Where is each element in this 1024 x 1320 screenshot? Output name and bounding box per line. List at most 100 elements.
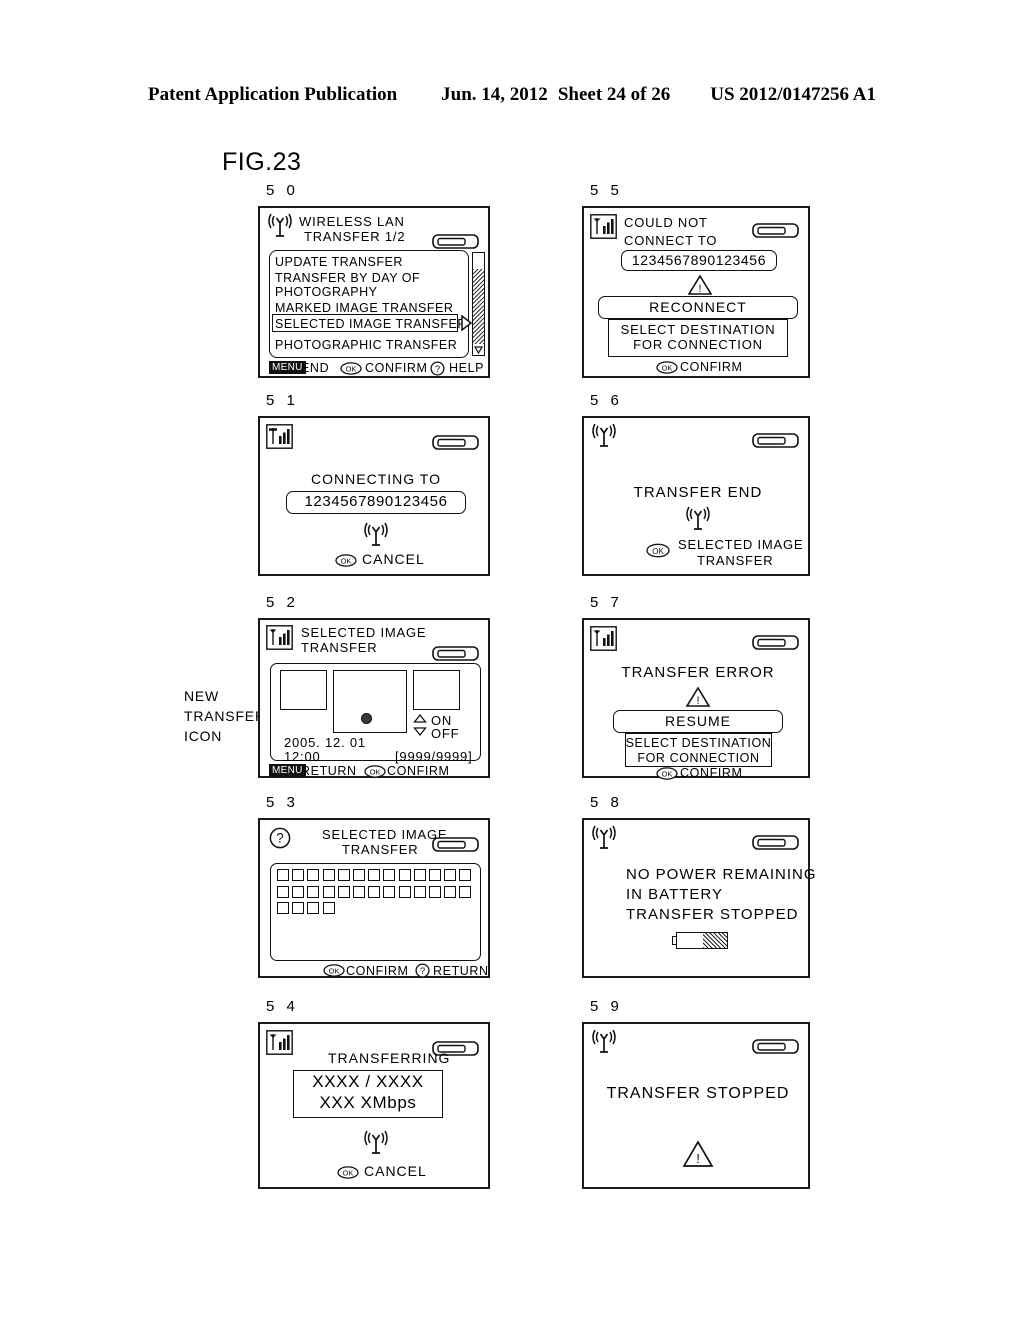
scrollbar[interactable] bbox=[472, 252, 485, 356]
screen-52-title-line1: SELECTED IMAGE bbox=[301, 625, 427, 640]
image-checkbox[interactable] bbox=[429, 869, 441, 881]
image-checkbox[interactable] bbox=[353, 869, 365, 881]
figure-label: FIG.23 bbox=[222, 148, 302, 176]
toggle-off-label[interactable]: OFF bbox=[431, 727, 459, 741]
image-checkbox[interactable] bbox=[368, 885, 381, 898]
image-checkbox[interactable] bbox=[429, 885, 441, 898]
panel-number-59: 5 9 bbox=[590, 998, 623, 1015]
panel-number-54: 5 4 bbox=[266, 998, 299, 1015]
image-checkbox[interactable] bbox=[337, 885, 350, 898]
image-checkbox[interactable] bbox=[383, 869, 396, 881]
help-question-icon[interactable]: ? bbox=[415, 963, 430, 978]
svg-text:?: ? bbox=[420, 966, 425, 977]
image-counter: [9999/9999] bbox=[395, 749, 473, 764]
image-checkbox[interactable] bbox=[322, 869, 335, 881]
updown-arrow-icon[interactable] bbox=[413, 714, 427, 736]
menu-item-photographic-transfer[interactable]: PHOTOGRAPHIC TRANSFER bbox=[275, 338, 457, 352]
svg-text:?: ? bbox=[276, 830, 284, 845]
image-checkbox[interactable] bbox=[277, 869, 289, 881]
image-checkbox[interactable] bbox=[292, 885, 305, 898]
ok-button-icon[interactable]: OK bbox=[335, 554, 357, 567]
image-checkbox[interactable] bbox=[307, 902, 320, 914]
screen-55-message-line2: CONNECT TO bbox=[624, 233, 718, 248]
image-checkbox[interactable] bbox=[292, 902, 305, 914]
screen-59: TRANSFER STOPPED ! bbox=[582, 1022, 810, 1189]
image-checkbox[interactable] bbox=[337, 869, 350, 881]
new-transfer-icon-callout: NEW TRANSFER ICON bbox=[184, 688, 266, 744]
ok-button-icon[interactable]: OK bbox=[646, 543, 670, 558]
image-checkbox[interactable] bbox=[413, 885, 426, 898]
svg-text:!: ! bbox=[696, 1151, 700, 1166]
header-publication: Patent Application Publication bbox=[148, 84, 398, 105]
signal-bars-icon bbox=[266, 424, 293, 449]
ok-button-icon[interactable]: OK bbox=[364, 765, 386, 778]
image-checkbox[interactable] bbox=[459, 885, 472, 898]
image-checkbox[interactable] bbox=[292, 869, 305, 881]
help-question-icon[interactable]: ? bbox=[269, 827, 291, 849]
image-checkbox[interactable] bbox=[444, 885, 457, 898]
signal-bars-icon bbox=[266, 1030, 293, 1055]
image-checkbox[interactable] bbox=[353, 885, 365, 898]
ok-button-icon[interactable]: OK bbox=[656, 361, 678, 374]
return-action-label: RETURN bbox=[301, 764, 357, 778]
confirm-action-label: CONFIRM bbox=[680, 360, 743, 374]
wireless-signal-icon bbox=[265, 213, 295, 239]
ok-button-icon[interactable]: OK bbox=[656, 767, 678, 780]
battery-icon bbox=[752, 222, 800, 240]
ok-button-icon[interactable]: OK bbox=[323, 964, 345, 977]
thumbnail-previous[interactable] bbox=[280, 670, 327, 710]
image-checkbox[interactable] bbox=[444, 869, 457, 881]
resume-button-label: RESUME bbox=[665, 713, 731, 729]
panel-number-56: 5 6 bbox=[590, 392, 623, 409]
battery-icon bbox=[432, 836, 480, 854]
svg-text:OK: OK bbox=[343, 1169, 354, 1178]
image-checkbox[interactable] bbox=[277, 885, 289, 898]
menu-item-marked-image-transfer[interactable]: MARKED IMAGE TRANSFER bbox=[275, 301, 453, 315]
thumbnail-current[interactable] bbox=[333, 670, 407, 733]
panel-54: 5 4 TRANSFERRING XXXX / XXXX XXX XMbps O… bbox=[258, 998, 490, 1189]
image-checkbox[interactable] bbox=[383, 885, 396, 898]
destination-value: 1234567890123456 bbox=[304, 493, 448, 510]
battery-icon bbox=[432, 434, 480, 452]
menu-item-selected-image-transfer[interactable]: SELECTED IMAGE TRANSFER bbox=[275, 317, 467, 331]
cancel-action-label: CANCEL bbox=[362, 551, 425, 567]
image-checkbox[interactable] bbox=[322, 902, 335, 914]
screen-55: COULD NOT CONNECT TO 1234567890123456 ! … bbox=[582, 206, 810, 378]
wireless-signal-icon bbox=[589, 423, 619, 449]
panel-55: 5 5 COULD NOT CONNECT TO 123456789012345… bbox=[582, 182, 810, 378]
scrollbar-track[interactable] bbox=[473, 269, 484, 344]
menu-item-update-transfer[interactable]: UPDATE TRANSFER bbox=[275, 255, 403, 269]
screen-56-message: TRANSFER END bbox=[633, 484, 763, 501]
image-checkbox[interactable] bbox=[413, 869, 426, 881]
wireless-signal-icon bbox=[361, 522, 391, 548]
image-checkbox[interactable] bbox=[277, 902, 289, 914]
wireless-signal-icon bbox=[361, 1130, 391, 1156]
image-checkbox[interactable] bbox=[398, 869, 411, 881]
ok-action-label: CONFIRM bbox=[365, 361, 428, 375]
ok-button-icon[interactable]: OK bbox=[340, 362, 362, 375]
help-question-icon[interactable]: ? bbox=[430, 361, 445, 376]
screen-51-message: CONNECTING TO bbox=[311, 471, 441, 487]
image-checkbox[interactable] bbox=[459, 869, 472, 881]
screen-56: TRANSFER END OK SELECTED IMAGE TRANSFER bbox=[582, 416, 810, 576]
svg-text:OK: OK bbox=[370, 768, 381, 777]
image-checkbox[interactable] bbox=[307, 885, 320, 898]
ok-button-icon[interactable]: OK bbox=[337, 1166, 359, 1179]
svg-text:?: ? bbox=[435, 364, 440, 375]
menu-item-photography[interactable]: PHOTOGRAPHY bbox=[275, 285, 378, 299]
warning-triangle-icon: ! bbox=[685, 686, 711, 708]
menu-item-transfer-by-day[interactable]: TRANSFER BY DAY OF bbox=[275, 271, 420, 285]
svg-text:!: ! bbox=[698, 283, 701, 295]
image-checkbox[interactable] bbox=[368, 869, 381, 881]
panel-number-51: 5 1 bbox=[266, 392, 299, 409]
scrollbar-down-arrow-icon[interactable] bbox=[473, 345, 484, 355]
panel-number-55: 5 5 bbox=[590, 182, 623, 199]
svg-text:OK: OK bbox=[662, 364, 673, 373]
screen-54-title: TRANSFERRING bbox=[328, 1050, 451, 1066]
image-checkbox[interactable] bbox=[322, 885, 335, 898]
image-checkbox[interactable] bbox=[307, 869, 320, 881]
cancel-action-label: CANCEL bbox=[364, 1163, 427, 1179]
menu-action-label: END bbox=[301, 361, 330, 375]
thumbnail-next[interactable] bbox=[413, 670, 460, 710]
image-checkbox[interactable] bbox=[398, 885, 411, 898]
